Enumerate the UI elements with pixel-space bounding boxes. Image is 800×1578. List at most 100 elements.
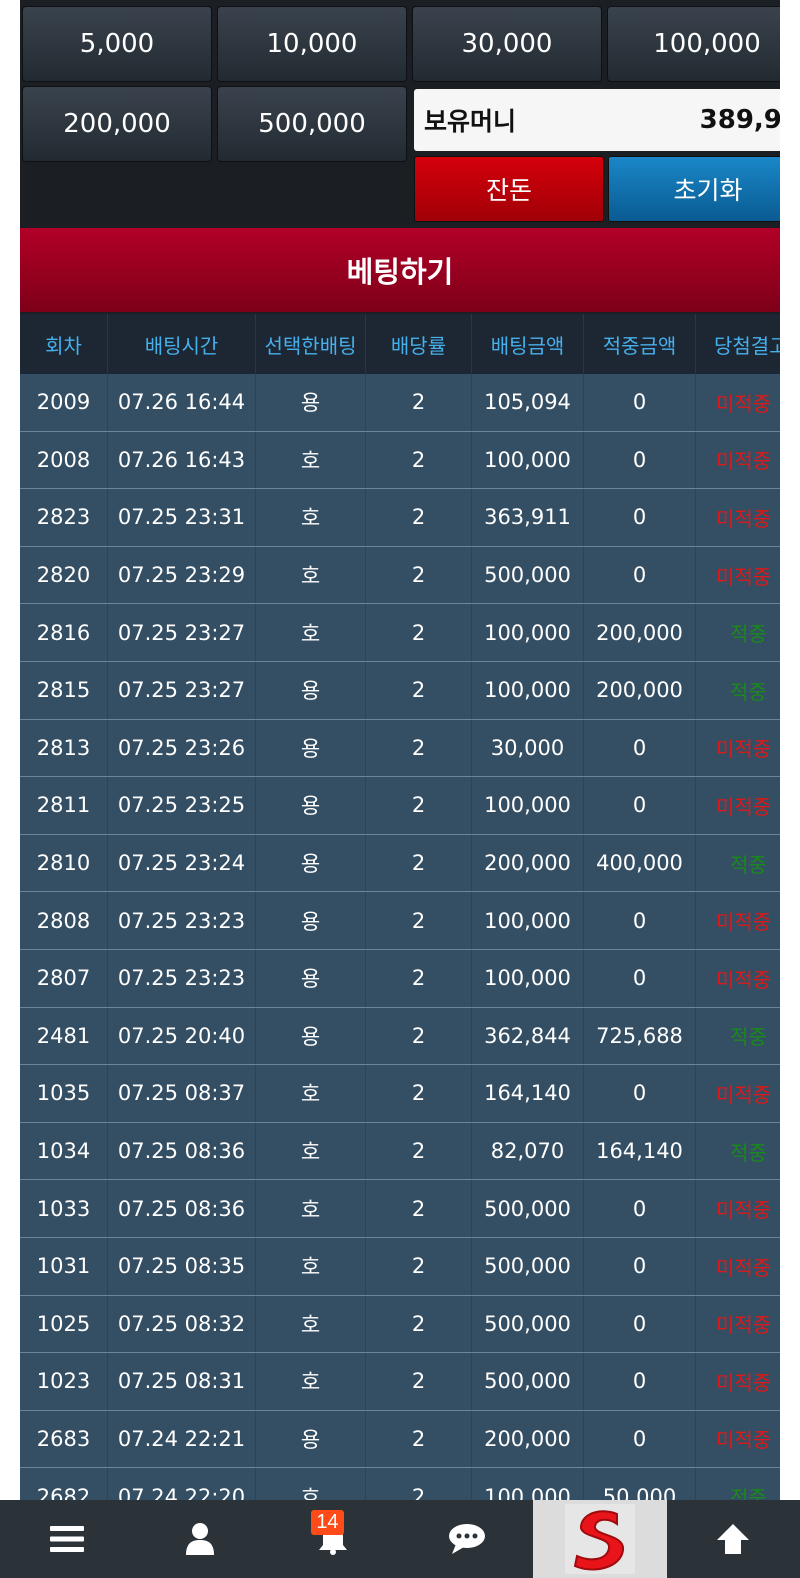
cell-time: 07.25 23:31 [108, 489, 256, 546]
cell-round: 2813 [20, 719, 108, 777]
money-label: 보유머니 [424, 107, 517, 136]
cell-win-amount: 0 [584, 546, 696, 604]
cell-odds: 2 [366, 546, 472, 604]
cell-bet-amount: 100,000 [472, 892, 584, 949]
header-result: 당첨결고 [714, 333, 780, 358]
table-row: 2813 07.25 23:26 용 2 30,000 0 미적중 [20, 719, 780, 778]
cell-time: 07.25 23:25 [108, 777, 256, 834]
cell-win-amount: 0 [584, 1237, 696, 1295]
nav-user[interactable] [133, 1500, 266, 1578]
cell-result: 미적중 [716, 1428, 772, 1453]
cell-win-amount: 0 [584, 374, 696, 431]
cell-result: 미적중 [716, 391, 772, 416]
cell-round: 2682 [20, 1468, 108, 1500]
chip-500000-button[interactable]: 500,000 [217, 86, 407, 162]
nav-notifications[interactable]: 14 [267, 1500, 400, 1578]
cell-odds: 2 [366, 1065, 472, 1122]
cell-odds: 2 [366, 374, 472, 431]
table-row: 1033 07.25 08:36 호 2 500,000 0 미적중 [20, 1180, 780, 1238]
cell-bet-amount: 100,000 [472, 1468, 584, 1500]
cell-round: 2810 [20, 834, 108, 892]
table-row: 2816 07.25 23:27 호 2 100,000 200,000 적중 [20, 604, 780, 662]
cell-result: 적중 [730, 852, 767, 877]
cell-round: 1023 [20, 1353, 108, 1410]
cell-choice: 용 [256, 661, 366, 719]
header-choice: 선택한배팅 [256, 314, 366, 374]
table-row: 1025 07.25 08:32 호 2 500,000 0 미적중 [20, 1295, 780, 1354]
bottom-nav: 14 [0, 1500, 800, 1578]
cell-result: 적중 [730, 1025, 767, 1050]
cell-win-amount: 0 [584, 777, 696, 834]
nav-chat[interactable] [400, 1500, 533, 1578]
table-row: 2683 07.24 22:21 용 2 200,000 0 미적중 [20, 1410, 780, 1469]
chip-100000-button[interactable]: 100,000 [607, 6, 780, 82]
cell-odds: 2 [366, 489, 472, 546]
chip-5000-button[interactable]: 5,000 [22, 6, 212, 82]
nav-menu[interactable] [0, 1500, 133, 1578]
chip-30000-button[interactable]: 30,000 [412, 6, 602, 82]
place-bet-button[interactable]: 베팅하기 [20, 228, 780, 312]
cell-odds: 2 [366, 777, 472, 834]
cell-bet-amount: 500,000 [472, 546, 584, 604]
nav-scroll-top[interactable] [667, 1500, 800, 1578]
cell-result: 미적중 [716, 564, 772, 589]
table-row: 2808 07.25 23:23 용 2 100,000 0 미적중 [20, 892, 780, 950]
reset-button[interactable]: 초기화 [608, 156, 780, 222]
cell-result: 미적중 [716, 449, 772, 474]
brand-logo-icon [564, 1504, 635, 1574]
arrow-up-icon [717, 1524, 750, 1554]
cell-choice: 호 [256, 431, 366, 489]
table-row: 2820 07.25 23:29 호 2 500,000 0 미적중 [20, 546, 780, 605]
cell-result: 미적중 [716, 1370, 772, 1395]
table-row: 2810 07.25 23:24 용 2 200,000 400,000 적중 [20, 834, 780, 893]
balance-button[interactable]: 잔돈 [414, 156, 604, 222]
cell-result: 미적중 [716, 737, 772, 762]
nav-logo[interactable] [533, 1500, 667, 1578]
cell-bet-amount: 105,094 [472, 374, 584, 431]
cell-result: 적중 [730, 622, 767, 647]
cell-odds: 2 [366, 1353, 472, 1410]
cell-bet-amount: 500,000 [472, 1180, 584, 1237]
table-row: 1023 07.25 08:31 호 2 500,000 0 미적중 [20, 1353, 780, 1411]
cell-win-amount: 0 [584, 1353, 696, 1410]
cell-time: 07.25 08:36 [108, 1180, 256, 1237]
cell-bet-amount: 100,000 [472, 431, 584, 489]
cell-result: 미적중 [716, 1255, 772, 1280]
betting-panel: 5,000 10,000 30,000 100,000 200,000 500,… [20, 0, 780, 1500]
cell-choice: 용 [256, 374, 366, 431]
cell-round: 2808 [20, 892, 108, 949]
cell-round: 2683 [20, 1410, 108, 1468]
cell-odds: 2 [366, 1295, 472, 1353]
cell-win-amount: 0 [584, 1410, 696, 1468]
header-win-amount: 적중금액 [584, 314, 696, 374]
cell-odds: 2 [366, 1468, 472, 1500]
user-icon [185, 1523, 214, 1555]
cell-odds: 2 [366, 1180, 472, 1237]
cell-result: 미적중 [716, 1313, 772, 1338]
cell-round: 2008 [20, 431, 108, 489]
table-row: 2009 07.26 16:44 용 2 105,094 0 미적중 [20, 374, 780, 432]
cell-choice: 호 [256, 1295, 366, 1353]
cell-win-amount: 400,000 [584, 834, 696, 892]
cell-odds: 2 [366, 431, 472, 489]
cell-choice: 호 [256, 1468, 366, 1500]
cell-win-amount: 0 [584, 719, 696, 777]
chip-200000-button[interactable]: 200,000 [22, 86, 212, 162]
cell-choice: 호 [256, 1180, 366, 1237]
cell-win-amount: 0 [584, 1065, 696, 1122]
cell-choice: 용 [256, 892, 366, 949]
cell-bet-amount: 500,000 [472, 1353, 584, 1410]
cell-odds: 2 [366, 1410, 472, 1468]
table-header: 회차 배팅시간 선택한배팅 배당률 배팅금액 적중금액 당첨결고 [20, 314, 780, 374]
table-row: 2008 07.26 16:43 호 2 100,000 0 미적중 [20, 431, 780, 490]
chip-10000-button[interactable]: 10,000 [217, 6, 407, 82]
cell-odds: 2 [366, 834, 472, 892]
table-row: 1035 07.25 08:37 호 2 164,140 0 미적중 [20, 1065, 780, 1123]
cell-time: 07.25 23:23 [108, 892, 256, 949]
cell-bet-amount: 100,000 [472, 661, 584, 719]
cell-result: 적중 [730, 1486, 767, 1500]
cell-round: 2815 [20, 661, 108, 719]
cell-choice: 용 [256, 719, 366, 777]
cell-odds: 2 [366, 892, 472, 949]
cell-time: 07.25 23:26 [108, 719, 256, 777]
